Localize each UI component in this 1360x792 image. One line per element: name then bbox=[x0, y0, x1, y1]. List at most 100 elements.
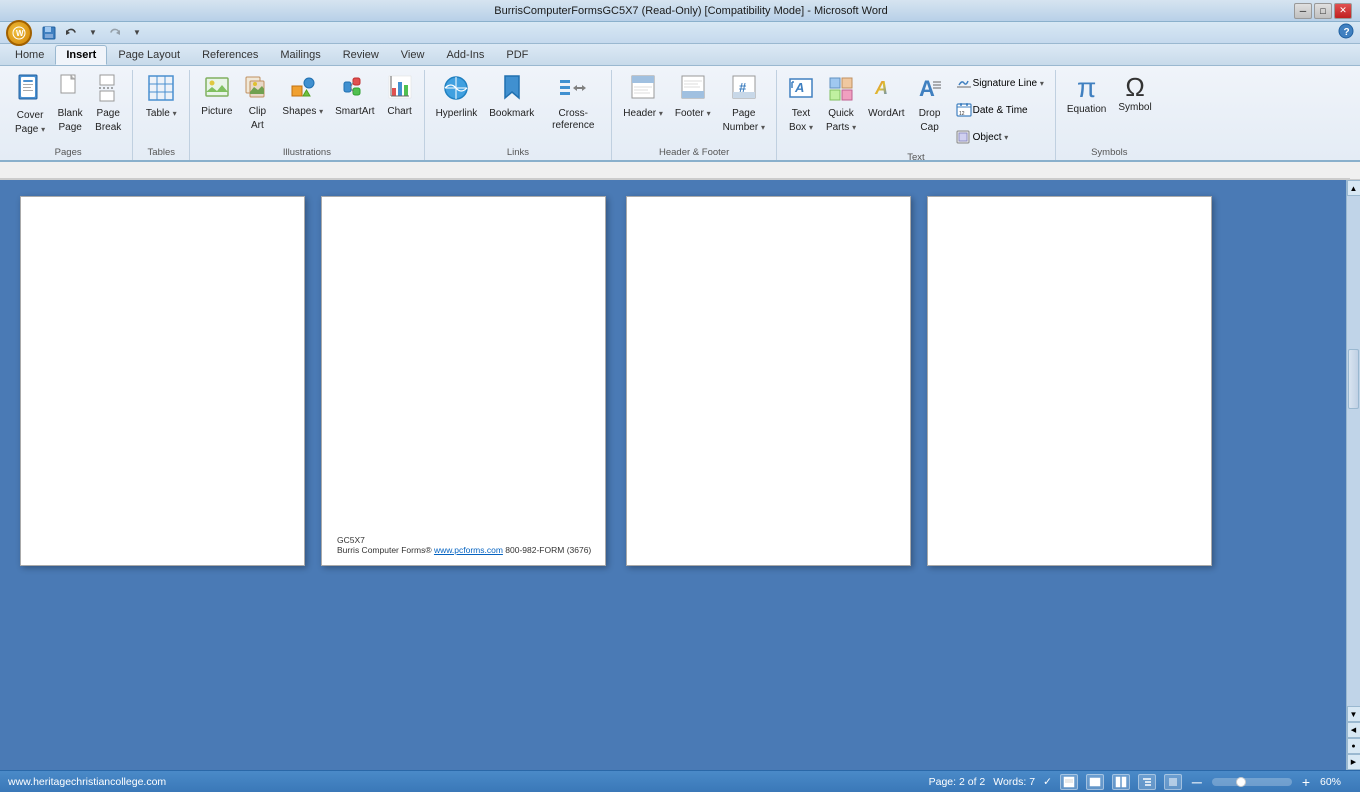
ribbon: Cover Page ▾ Blank Page bbox=[0, 66, 1360, 162]
office-button[interactable]: W bbox=[6, 20, 32, 46]
zoom-slider[interactable] bbox=[1212, 778, 1292, 786]
picture-icon bbox=[204, 74, 230, 104]
picture-button[interactable]: Picture bbox=[196, 70, 237, 121]
bookmark-button[interactable]: Bookmark bbox=[484, 70, 539, 123]
web-layout-view[interactable] bbox=[1112, 774, 1130, 790]
tab-references[interactable]: References bbox=[191, 45, 269, 65]
page-3 bbox=[626, 196, 911, 566]
cover-page-icon bbox=[17, 74, 43, 108]
drop-cap-icon: A bbox=[917, 74, 943, 106]
ribbon-group-symbols: π Equation Ω Symbol Symbols bbox=[1056, 70, 1163, 160]
illustrations-group-label: Illustrations bbox=[196, 145, 417, 158]
zoom-out-button[interactable]: ─ bbox=[1190, 774, 1204, 790]
table-button[interactable]: Table ▾ bbox=[139, 70, 183, 123]
table-icon bbox=[147, 74, 175, 106]
drop-cap-button[interactable]: A Drop Cap bbox=[912, 70, 948, 137]
maximize-button[interactable]: □ bbox=[1314, 3, 1332, 19]
scroll-track[interactable] bbox=[1347, 196, 1360, 706]
ribbon-group-header-footer: Header ▾ Footer ▾ bbox=[612, 70, 777, 160]
undo-button[interactable] bbox=[62, 24, 80, 42]
blank-page-button[interactable]: Blank Page bbox=[52, 70, 88, 137]
wordart-icon: A bbox=[873, 74, 899, 106]
object-button[interactable]: Object ▾ bbox=[950, 124, 1049, 150]
undo-dropdown[interactable]: ▼ bbox=[84, 24, 102, 42]
text-box-icon: A bbox=[788, 74, 814, 106]
cross-reference-button[interactable]: Cross-reference bbox=[541, 70, 605, 135]
quick-access-toolbar: W ▼ ▼ ? bbox=[0, 22, 1360, 44]
blank-page-icon bbox=[59, 74, 81, 106]
ribbon-group-pages: Cover Page ▾ Blank Page bbox=[4, 70, 133, 160]
signature-line-button[interactable]: Signature Line ▾ bbox=[950, 70, 1049, 96]
scroll-up-button[interactable]: ▲ bbox=[1347, 180, 1360, 196]
tab-review[interactable]: Review bbox=[332, 45, 390, 65]
redo-button[interactable] bbox=[106, 24, 124, 42]
footer-button[interactable]: Footer ▾ bbox=[670, 70, 716, 123]
svg-text:12: 12 bbox=[959, 111, 965, 117]
footer-icon bbox=[680, 74, 706, 106]
smartart-button[interactable]: SmartArt bbox=[330, 70, 379, 121]
scroll-thumb[interactable] bbox=[1348, 349, 1359, 409]
clip-art-button[interactable]: Clip Art bbox=[239, 70, 275, 135]
symbol-icon: Ω bbox=[1125, 74, 1144, 100]
scroll-prev-page[interactable]: ◀ bbox=[1347, 722, 1360, 738]
zoom-level[interactable]: 60% bbox=[1320, 776, 1352, 788]
word-count: Words: 7 bbox=[993, 776, 1035, 788]
header-button[interactable]: Header ▾ bbox=[618, 70, 668, 123]
equation-icon: π bbox=[1077, 74, 1096, 102]
tab-page-layout[interactable]: Page Layout bbox=[107, 45, 191, 65]
page-2: GC5X7 Burris Computer Forms® www.pcforms… bbox=[321, 196, 606, 566]
quick-parts-button[interactable]: Quick Parts ▾ bbox=[821, 70, 861, 137]
tab-mailings[interactable]: Mailings bbox=[269, 45, 331, 65]
header-icon bbox=[630, 74, 656, 106]
ribbon-group-text: A Text Box ▾ Quick bbox=[777, 70, 1056, 160]
save-button[interactable] bbox=[40, 24, 58, 42]
help-button[interactable]: ? bbox=[1338, 23, 1354, 42]
proofing-icon[interactable]: ✓ bbox=[1043, 776, 1052, 788]
wordart-button[interactable]: A WordArt bbox=[863, 70, 910, 123]
scroll-select[interactable]: ● bbox=[1347, 738, 1360, 754]
equation-button[interactable]: π Equation bbox=[1062, 70, 1111, 119]
customize-qat[interactable]: ▼ bbox=[128, 24, 146, 42]
close-button[interactable]: ✕ bbox=[1334, 3, 1352, 19]
document-area: GC5X7 Burris Computer Forms® www.pcforms… bbox=[0, 180, 1360, 770]
page-break-button[interactable]: Page Break bbox=[90, 70, 126, 137]
minimize-button[interactable]: ─ bbox=[1294, 3, 1312, 19]
full-screen-view[interactable] bbox=[1086, 774, 1104, 790]
quick-parts-icon bbox=[828, 74, 854, 106]
text-box-button[interactable]: A Text Box ▾ bbox=[783, 70, 819, 137]
chart-button[interactable]: Chart bbox=[382, 70, 418, 121]
window-title: BurrisComputerFormsGC5X7 (Read-Only) [Co… bbox=[88, 5, 1294, 17]
tab-insert[interactable]: Insert bbox=[55, 45, 107, 65]
ribbon-group-illustrations: Picture Clip Art bbox=[190, 70, 424, 160]
print-layout-view[interactable] bbox=[1060, 774, 1078, 790]
title-bar: BurrisComputerFormsGC5X7 (Read-Only) [Co… bbox=[0, 0, 1360, 22]
footer-link[interactable]: www.pcforms.com bbox=[434, 545, 503, 555]
window-controls: ─ □ ✕ bbox=[1294, 3, 1352, 19]
vertical-scrollbar[interactable]: ▲ ▼ ◀ ● ▶ bbox=[1346, 180, 1360, 770]
ribbon-group-links: Hyperlink Bookmark bbox=[425, 70, 613, 160]
footer-line2: Burris Computer Forms® www.pcforms.com 8… bbox=[337, 545, 591, 555]
cover-page-button[interactable]: Cover Page ▾ bbox=[10, 70, 50, 139]
tab-view[interactable]: View bbox=[390, 45, 436, 65]
hyperlink-button[interactable]: Hyperlink bbox=[431, 70, 483, 123]
date-time-button[interactable]: 12 Date & Time bbox=[950, 97, 1049, 123]
tab-pdf[interactable]: PDF bbox=[495, 45, 539, 65]
outline-view[interactable] bbox=[1138, 774, 1156, 790]
pages-group-label: Pages bbox=[10, 145, 126, 158]
tab-home[interactable]: Home bbox=[4, 45, 55, 65]
zoom-in-button[interactable]: + bbox=[1300, 774, 1312, 790]
tab-addins[interactable]: Add-Ins bbox=[435, 45, 495, 65]
symbols-group-label: Symbols bbox=[1062, 145, 1157, 158]
scroll-down-button[interactable]: ▼ bbox=[1347, 706, 1360, 722]
page-number-button[interactable]: # Page Number ▾ bbox=[718, 70, 770, 137]
bookmark-icon bbox=[501, 74, 523, 106]
symbol-button[interactable]: Ω Symbol bbox=[1113, 70, 1156, 117]
page-4 bbox=[927, 196, 1212, 566]
text-col-right: Signature Line ▾ 12 Date & Time bbox=[950, 70, 1049, 150]
chart-icon bbox=[387, 74, 413, 104]
page-break-icon bbox=[97, 74, 119, 106]
shapes-button[interactable]: Shapes ▾ bbox=[277, 70, 328, 121]
draft-view[interactable] bbox=[1164, 774, 1182, 790]
ribbon-group-tables: Table ▾ Tables bbox=[133, 70, 190, 160]
tables-group-label: Tables bbox=[139, 145, 183, 158]
